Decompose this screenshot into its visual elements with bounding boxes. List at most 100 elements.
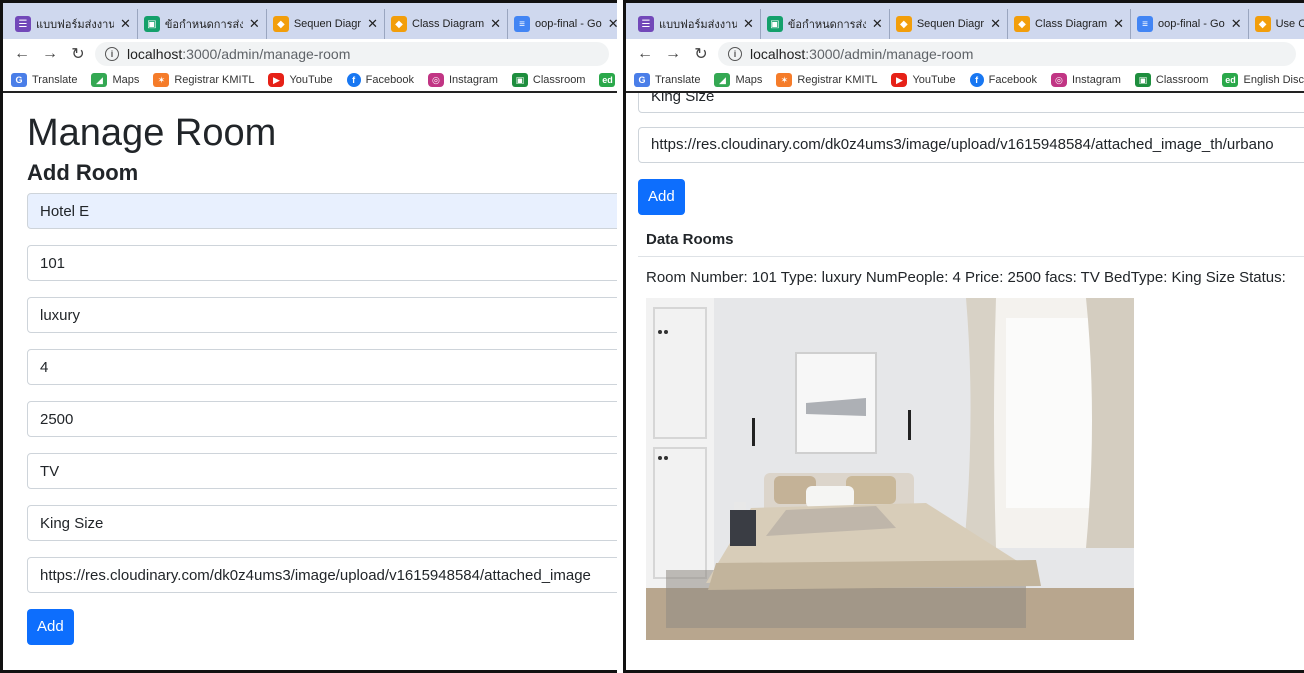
left-browser-window: ☰ แบบฟอร์มส่งงาน ✕ ▣ ข้อกำหนดการส่ง ✕ ◆ … bbox=[0, 0, 617, 673]
bedroom-photo-illustration bbox=[646, 298, 1134, 640]
back-arrow-icon[interactable]: ← bbox=[634, 45, 656, 63]
youtube-icon: ▶ bbox=[268, 73, 285, 87]
hotel-input[interactable] bbox=[27, 193, 617, 229]
room-number-input[interactable] bbox=[27, 245, 617, 281]
bookmark-classroom[interactable]: ▣ Classroom bbox=[1134, 73, 1208, 87]
tab-classroom[interactable]: ▣ ข้อกำหนดการส่ง ✕ bbox=[138, 9, 267, 39]
browser-toolbar: ← → ↻ i localhost:3000/admin/manage-room bbox=[626, 39, 1304, 69]
room-details-text: Room Number: 101 Type: luxury NumPeople:… bbox=[646, 269, 1286, 286]
url-path: :3000/admin/manage-room bbox=[182, 46, 351, 62]
browser-toolbar: ← → ↻ i localhost:3000/admin/manage-room bbox=[3, 39, 617, 69]
data-rooms-title: Data Rooms bbox=[638, 223, 1304, 257]
bookmarks-bar: G Translate ◢ Maps ✶ Registrar KMITL ▶ YouTu… bbox=[626, 69, 1304, 93]
tab-sequence-diagram[interactable]: ◆ Sequen Diagr ✕ bbox=[267, 9, 385, 39]
draw-icon: ◆ bbox=[272, 16, 289, 32]
bookmark-maps[interactable]: ◢ Maps bbox=[91, 73, 139, 87]
translate-icon: G bbox=[11, 73, 27, 87]
registrar-icon: ✶ bbox=[776, 73, 793, 87]
tab-use-case[interactable]: ◆ Use C bbox=[1249, 9, 1304, 39]
tab-forms[interactable]: ☰ แบบฟอร์มส่งงาน ✕ bbox=[9, 9, 138, 39]
bookmark-youtube[interactable]: ▶ YouTube bbox=[891, 73, 956, 87]
bookmark-translate[interactable]: G Translate bbox=[634, 73, 700, 87]
close-icon[interactable]: ✕ bbox=[872, 16, 883, 32]
docs-icon: ≡ bbox=[514, 16, 531, 32]
close-icon[interactable]: ✕ bbox=[608, 16, 617, 32]
bookmark-registrar[interactable]: ✶ Registrar KMITL bbox=[776, 73, 877, 87]
add-room-title: Add Room bbox=[27, 160, 139, 185]
classroom-icon: ▣ bbox=[511, 73, 528, 87]
bookmark-facebook[interactable]: f Facebook bbox=[969, 73, 1037, 87]
page-title: Manage Room bbox=[27, 112, 277, 154]
tab-oop-final[interactable]: ≡ oop-final - Go ✕ bbox=[508, 9, 617, 39]
classroom-icon: ▣ bbox=[766, 16, 783, 32]
url-host: localhost bbox=[750, 46, 806, 62]
bookmark-youtube[interactable]: ▶ YouTube bbox=[268, 73, 333, 87]
tab-strip: ☰ แบบฟอร์มส่งงาน ✕ ▣ ข้อกำหนดการส่ง ✕ ◆ … bbox=[3, 3, 617, 39]
reload-icon[interactable]: ↻ bbox=[67, 44, 89, 64]
close-icon[interactable]: ✕ bbox=[1231, 16, 1242, 32]
bookmark-translate[interactable]: G Translate bbox=[11, 73, 77, 87]
classroom-icon: ▣ bbox=[143, 16, 160, 32]
ed-icon: ed bbox=[599, 73, 616, 87]
address-bar[interactable]: i localhost:3000/admin/manage-room bbox=[95, 42, 609, 66]
maps-icon: ◢ bbox=[91, 73, 108, 87]
youtube-icon: ▶ bbox=[891, 73, 908, 87]
close-icon[interactable]: ✕ bbox=[120, 16, 131, 32]
close-icon[interactable]: ✕ bbox=[743, 16, 754, 32]
bookmark-classroom[interactable]: ▣ Classroom bbox=[511, 73, 585, 87]
forward-arrow-icon[interactable]: → bbox=[662, 45, 684, 63]
add-room-button[interactable]: Add bbox=[27, 609, 74, 645]
num-people-input[interactable] bbox=[27, 349, 617, 385]
draw-icon: ◆ bbox=[1254, 16, 1271, 32]
tab-class-diagram[interactable]: ◆ Class Diagram ✕ bbox=[385, 9, 509, 39]
ed-icon: ed bbox=[1222, 73, 1239, 87]
manage-room-page: Manage Room Add Room Add bbox=[3, 93, 617, 670]
add-room-button[interactable]: Add bbox=[638, 179, 685, 215]
bookmark-english-discover[interactable]: edEnglish Discover bbox=[1222, 73, 1304, 87]
close-icon[interactable]: ✕ bbox=[1113, 16, 1124, 32]
tab-sequence-diagram[interactable]: ◆ Sequen Diagr ✕ bbox=[890, 9, 1008, 39]
info-icon[interactable]: i bbox=[105, 47, 119, 61]
bookmark-ed[interactable]: ed bbox=[599, 73, 617, 87]
bed-type-input[interactable] bbox=[27, 505, 617, 541]
bookmark-instagram[interactable]: ◎ Instagram bbox=[427, 73, 498, 87]
bookmarks-bar: G Translate ◢ Maps ✶ Registrar KMITL ▶ YouTu… bbox=[3, 69, 617, 93]
bookmark-instagram[interactable]: ◎ Instagram bbox=[1050, 73, 1121, 87]
close-icon[interactable]: ✕ bbox=[367, 16, 378, 32]
tab-classroom[interactable]: ▣ ข้อกำหนดการส่ง ✕ bbox=[761, 9, 890, 39]
classroom-icon: ▣ bbox=[1134, 73, 1151, 87]
draw-icon: ◆ bbox=[1014, 16, 1030, 32]
forms-icon: ☰ bbox=[638, 16, 654, 32]
facilities-input[interactable] bbox=[27, 453, 617, 489]
close-icon[interactable]: ✕ bbox=[249, 16, 260, 32]
close-icon[interactable]: ✕ bbox=[990, 16, 1001, 32]
tab-oop-final[interactable]: ≡ oop-final - Go ✕ bbox=[1131, 9, 1249, 39]
registrar-icon: ✶ bbox=[153, 73, 170, 87]
address-bar[interactable]: i localhost:3000/admin/manage-room bbox=[718, 42, 1296, 66]
back-arrow-icon[interactable]: ← bbox=[11, 45, 33, 63]
bed-type-input[interactable]: King Size bbox=[638, 93, 1304, 113]
bookmark-registrar[interactable]: ✶ Registrar KMITL bbox=[153, 73, 254, 87]
close-icon[interactable]: ✕ bbox=[490, 16, 501, 32]
tab-class-diagram[interactable]: ◆ Class Diagram ✕ bbox=[1008, 9, 1132, 39]
url-path: :3000/admin/manage-room bbox=[805, 46, 974, 62]
tab-forms[interactable]: ☰ แบบฟอร์มส่งงาน ✕ bbox=[632, 9, 761, 39]
bookmark-maps[interactable]: ◢ Maps bbox=[714, 73, 762, 87]
bookmark-facebook[interactable]: f Facebook bbox=[346, 73, 414, 87]
right-browser-window: ☰ แบบฟอร์มส่งงาน ✕ ▣ ข้อกำหนดการส่ง ✕ ◆ … bbox=[623, 0, 1304, 673]
price-input[interactable] bbox=[27, 401, 617, 437]
facebook-icon: f bbox=[346, 73, 361, 87]
image-url-input[interactable]: https://res.cloudinary.com/dk0z4ums3/ima… bbox=[638, 127, 1304, 163]
reload-icon[interactable]: ↻ bbox=[690, 44, 712, 64]
manage-room-page-scrolled: King Size https://res.cloudinary.com/dk0… bbox=[626, 93, 1304, 670]
draw-icon: ◆ bbox=[895, 16, 912, 32]
instagram-icon: ◎ bbox=[1050, 73, 1067, 87]
info-icon[interactable]: i bbox=[728, 47, 742, 61]
maps-icon: ◢ bbox=[714, 73, 731, 87]
docs-icon: ≡ bbox=[1137, 16, 1154, 32]
forward-arrow-icon[interactable]: → bbox=[39, 45, 61, 63]
image-url-input[interactable] bbox=[27, 557, 617, 593]
instagram-icon: ◎ bbox=[427, 73, 444, 87]
draw-icon: ◆ bbox=[391, 16, 407, 32]
room-type-input[interactable] bbox=[27, 297, 617, 333]
